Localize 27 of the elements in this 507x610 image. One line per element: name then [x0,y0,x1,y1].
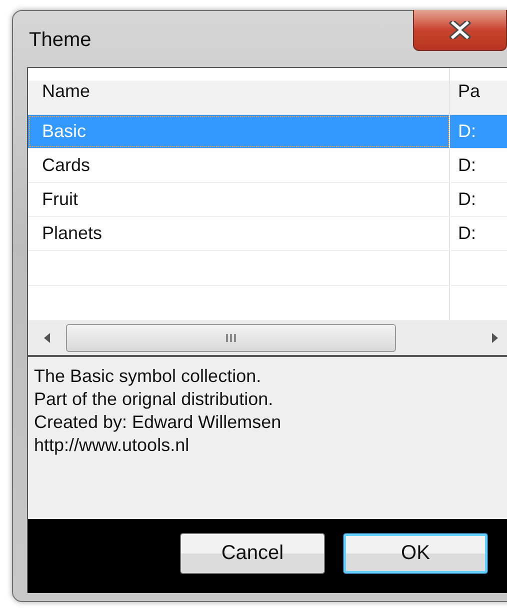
path-cell-text: D: [457,120,477,143]
path-cell-text: D: [457,154,477,177]
scroll-right-icon[interactable] [490,332,500,344]
dialog-button[interactable]: OK [343,533,488,574]
column-header[interactable]: Name [28,68,450,114]
scroll-left-icon[interactable] [42,332,52,344]
window-title: Theme [29,29,92,52]
list-row[interactable]: Planets D: [28,217,507,251]
description-line: Part of the orignal distribution. [34,388,274,411]
path-cell-text: D: [457,188,477,211]
horizontal-scrollbar[interactable] [28,321,507,355]
description-line: Created by: Edward Willemsen [34,411,282,434]
close-button[interactable] [413,10,507,51]
name-cell: Planets [28,217,450,250]
list-row[interactable]: Fruit D: [28,183,507,217]
list-row[interactable]: Cards D: [28,149,507,183]
name-cell: Basic [28,115,450,148]
name-cell: Cards [28,149,450,182]
column-header[interactable]: Pa [450,68,507,114]
dialog-button[interactable]: Cancel [180,533,325,574]
grip-icon [225,333,237,343]
path-cell-text: D: [457,222,477,245]
description-line: http://www.utools.nl [34,434,190,457]
close-icon [449,21,471,39]
scroll-thumb[interactable] [66,324,396,352]
name-cell: Fruit [28,183,450,216]
description-line: The Basic symbol collection. [34,365,262,388]
